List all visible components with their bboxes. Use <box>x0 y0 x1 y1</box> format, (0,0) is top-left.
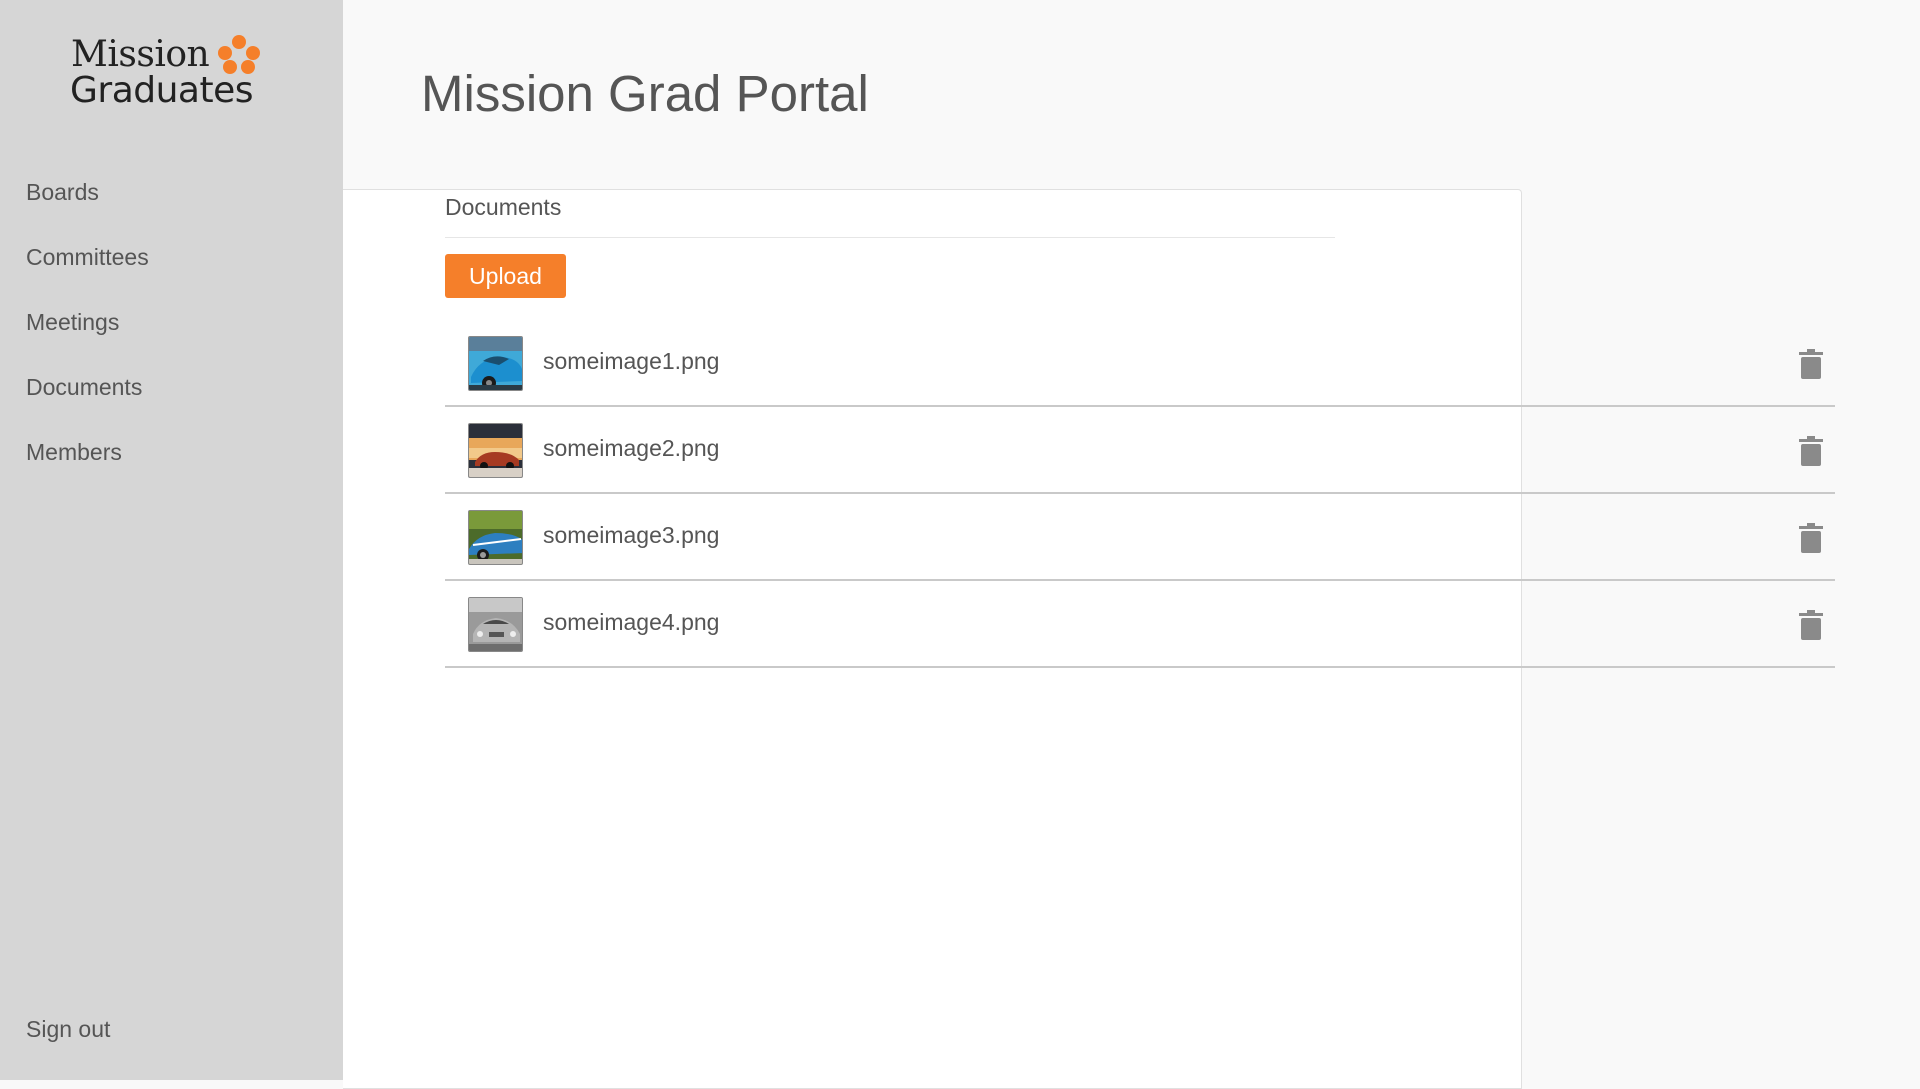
page-title: Mission Grad Portal <box>421 65 869 122</box>
silver-car-thumbnail <box>468 597 523 652</box>
file-name: someimage1.png <box>543 348 720 374</box>
document-list: someimage1.png someimage2.png someimage3… <box>445 320 1835 668</box>
logo-text-graduates: Graduates <box>70 70 254 111</box>
trash-icon[interactable] <box>1799 349 1823 379</box>
list-item[interactable]: someimage2.png <box>445 407 1835 494</box>
sidebar-nav: Boards Committees Meetings Documents Mem… <box>26 172 149 497</box>
list-item[interactable]: someimage1.png <box>445 320 1835 407</box>
sidebar-item-documents[interactable]: Documents <box>26 367 149 432</box>
section-divider <box>445 237 1335 238</box>
sidebar: Mission Graduates Boards Committees Meet… <box>0 0 343 1080</box>
trash-icon[interactable] <box>1799 610 1823 640</box>
sign-out-link[interactable]: Sign out <box>26 1016 110 1043</box>
sidebar-item-committees[interactable]: Committees <box>26 237 149 302</box>
sidebar-item-members[interactable]: Members <box>26 432 149 497</box>
mission-graduates-logo[interactable]: Mission Graduates <box>70 34 270 114</box>
file-name: someimage3.png <box>543 522 720 548</box>
logo-text-mission: Mission <box>71 34 210 75</box>
list-item[interactable]: someimage4.png <box>445 581 1835 668</box>
section-title: Documents <box>445 194 562 220</box>
file-name: someimage2.png <box>543 435 720 461</box>
upload-button[interactable]: Upload <box>445 254 566 298</box>
blue-car-thumbnail <box>468 336 523 391</box>
sunset-car-thumbnail <box>468 423 523 478</box>
sidebar-item-boards[interactable]: Boards <box>26 172 149 237</box>
list-item[interactable]: someimage3.png <box>445 494 1835 581</box>
trash-icon[interactable] <box>1799 523 1823 553</box>
file-name: someimage4.png <box>543 609 720 635</box>
sidebar-item-meetings[interactable]: Meetings <box>26 302 149 367</box>
trash-icon[interactable] <box>1799 436 1823 466</box>
blue-racing-car-thumbnail <box>468 510 523 565</box>
